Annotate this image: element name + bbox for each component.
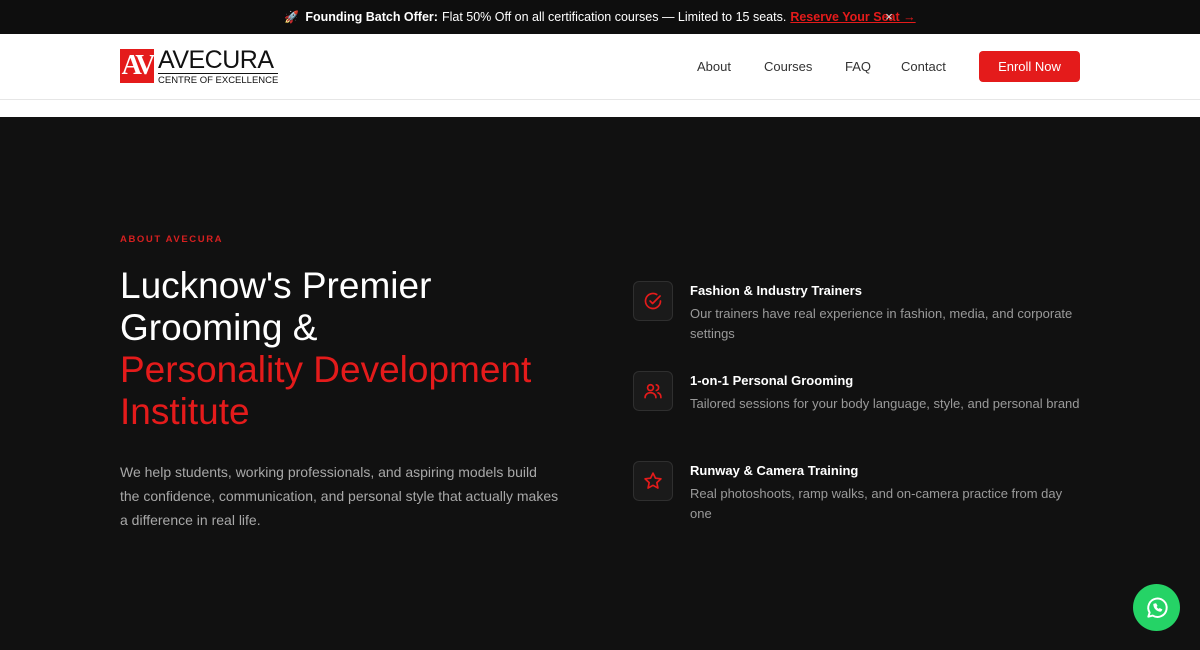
whatsapp-icon: [1146, 597, 1168, 618]
announcement-text: Flat 50% Off on all certification course…: [441, 10, 787, 24]
hero-description: We help students, working professionals,…: [120, 464, 559, 528]
whatsapp-button[interactable]: [1133, 584, 1180, 631]
logo-name: AVECURA: [158, 46, 274, 74]
feature-title: Runway & Camera Training: [690, 463, 859, 478]
logo-mark: AV: [120, 49, 155, 83]
feature-description: Our trainers have real experience in fas…: [690, 306, 1073, 341]
feature-description: Tailored sessions for your body language…: [690, 396, 1080, 411]
announcement-bar: 🚀 Founding Batch Offer: Flat 50% Off on …: [0, 0, 1200, 34]
header-divider-strip: [0, 100, 1200, 117]
enroll-now-button[interactable]: Enroll Now: [979, 51, 1080, 82]
title-red: Personality Development Institute: [120, 349, 532, 432]
feature-title: Fashion & Industry Trainers: [690, 283, 862, 298]
check-badge-icon: [633, 281, 673, 321]
logo-tagline: CENTRE OF EXCELLENCE: [158, 73, 279, 86]
star-icon: [633, 461, 673, 501]
nav-contact[interactable]: Contact: [901, 59, 946, 75]
rocket-icon: 🚀: [284, 10, 300, 24]
section-eyebrow: ABOUT AVECURA: [120, 234, 224, 245]
nav-about[interactable]: About: [697, 59, 731, 75]
close-icon[interactable]: ×: [882, 8, 896, 26]
users-icon: [633, 371, 673, 411]
feature-item: Runway & Camera Training Real photoshoot…: [633, 461, 1093, 531]
nav-courses[interactable]: Courses: [764, 59, 812, 75]
feature-item: Fashion & Industry Trainers Our trainers…: [633, 281, 1093, 351]
reserve-seat-link[interactable]: Reserve Your Seat →: [790, 10, 915, 24]
nav-faq[interactable]: FAQ: [845, 59, 871, 75]
brand-logo[interactable]: AV AVECURA CENTRE OF EXCELLENCE: [120, 46, 280, 86]
announcement-lead: Founding Batch Offer:: [305, 10, 438, 24]
feature-description: Real photoshoots, ramp walks, and on-cam…: [690, 486, 1063, 521]
feature-title: 1-on-1 Personal Grooming: [690, 373, 854, 388]
feature-item: 1-on-1 Personal Grooming Tailored sessio…: [633, 371, 1093, 441]
page-title: Lucknow's Premier Grooming & Personality…: [120, 265, 580, 433]
title-white: Lucknow's Premier Grooming &: [120, 265, 432, 348]
